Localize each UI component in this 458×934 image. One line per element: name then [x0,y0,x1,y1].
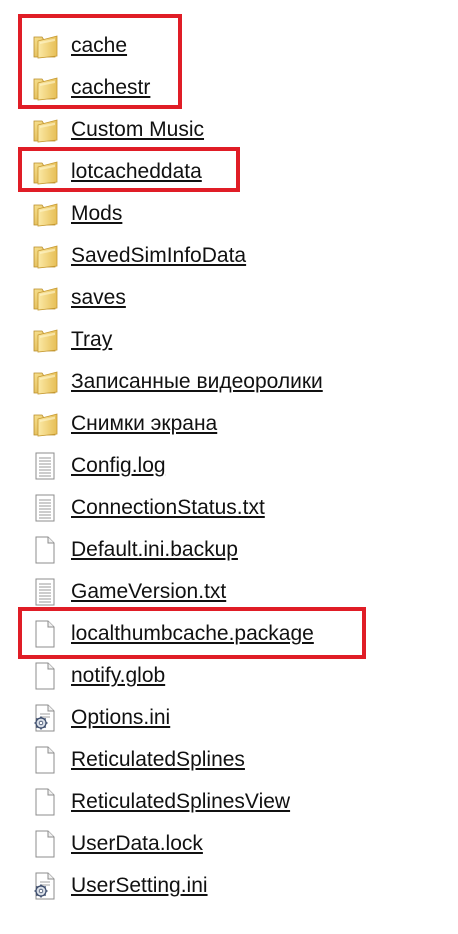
text-file-icon [30,493,60,523]
file-name: Записанные видеоролики [71,370,323,393]
folder-icon [30,325,60,355]
file-name: lotcacheddata [71,160,202,183]
file-name: Options.ini [71,706,171,729]
list-item-custom-music[interactable]: Custom Music [30,115,204,145]
list-item-savedsiminfodata[interactable]: SavedSimInfoData [30,241,246,271]
text-file-icon [30,577,60,607]
list-item-mods[interactable]: Mods [30,199,122,229]
file-name: UserData.lock [71,832,203,855]
folder-icon [30,367,60,397]
list-item-screenshots[interactable]: Снимки экрана [30,409,217,439]
list-item-userdata-lock[interactable]: UserData.lock [30,829,203,859]
list-item-cachestr[interactable]: cachestr [30,73,150,103]
file-name: Custom Music [71,118,205,141]
file-icon [30,661,60,691]
list-item-saves[interactable]: saves [30,283,126,313]
list-item-reticulatedsplinesview[interactable]: ReticulatedSplinesView [30,787,290,817]
list-item-gameversion-txt[interactable]: GameVersion.txt [30,577,226,607]
settings-file-icon [30,871,60,901]
file-list: cache cachestr Custom Music lotcacheddat… [0,0,458,934]
file-name: ConnectionStatus.txt [71,496,265,519]
folder-icon [30,157,60,187]
list-item-reticulatedsplines[interactable]: ReticulatedSplines [30,745,245,775]
folder-icon [30,283,60,313]
settings-file-icon [30,703,60,733]
list-item-localthumbcache-package[interactable]: localthumbcache.package [30,619,314,649]
list-item-config-log[interactable]: Config.log [30,451,166,481]
file-name: localthumbcache.package [71,622,314,645]
file-icon [30,619,60,649]
list-item-notify-glob[interactable]: notify.glob [30,661,165,691]
list-item-options-ini[interactable]: Options.ini [30,703,170,733]
list-item-tray[interactable]: Tray [30,325,112,355]
folder-icon [30,409,60,439]
list-item-connectionstatus-txt[interactable]: ConnectionStatus.txt [30,493,265,523]
file-name: Default.ini.backup [71,538,238,561]
file-name: cache [71,34,128,57]
file-name: Снимки экрана [71,412,218,435]
file-icon [30,787,60,817]
file-name: ReticulatedSplinesView [71,790,291,813]
file-name: Tray [71,328,113,351]
list-item-default-ini-backup[interactable]: Default.ini.backup [30,535,238,565]
folder-icon [30,199,60,229]
list-item-cache[interactable]: cache [30,31,127,61]
text-file-icon [30,451,60,481]
file-icon [30,745,60,775]
list-item-lotcacheddata[interactable]: lotcacheddata [30,157,202,187]
list-item-recorded-videos[interactable]: Записанные видеоролики [30,367,323,397]
file-name: UserSetting.ini [71,874,208,897]
file-name: Config.log [71,454,166,477]
file-icon [30,829,60,859]
folder-icon [30,241,60,271]
folder-icon [30,73,60,103]
file-name: saves [71,286,126,309]
file-name: notify.glob [71,664,166,687]
folder-icon [30,115,60,145]
file-name: GameVersion.txt [71,580,227,603]
list-item-usersetting-ini[interactable]: UserSetting.ini [30,871,208,901]
file-name: cachestr [71,76,151,99]
file-name: Mods [71,202,123,225]
file-icon [30,535,60,565]
file-name: SavedSimInfoData [71,244,247,267]
file-name: ReticulatedSplines [71,748,245,771]
folder-icon [30,31,60,61]
